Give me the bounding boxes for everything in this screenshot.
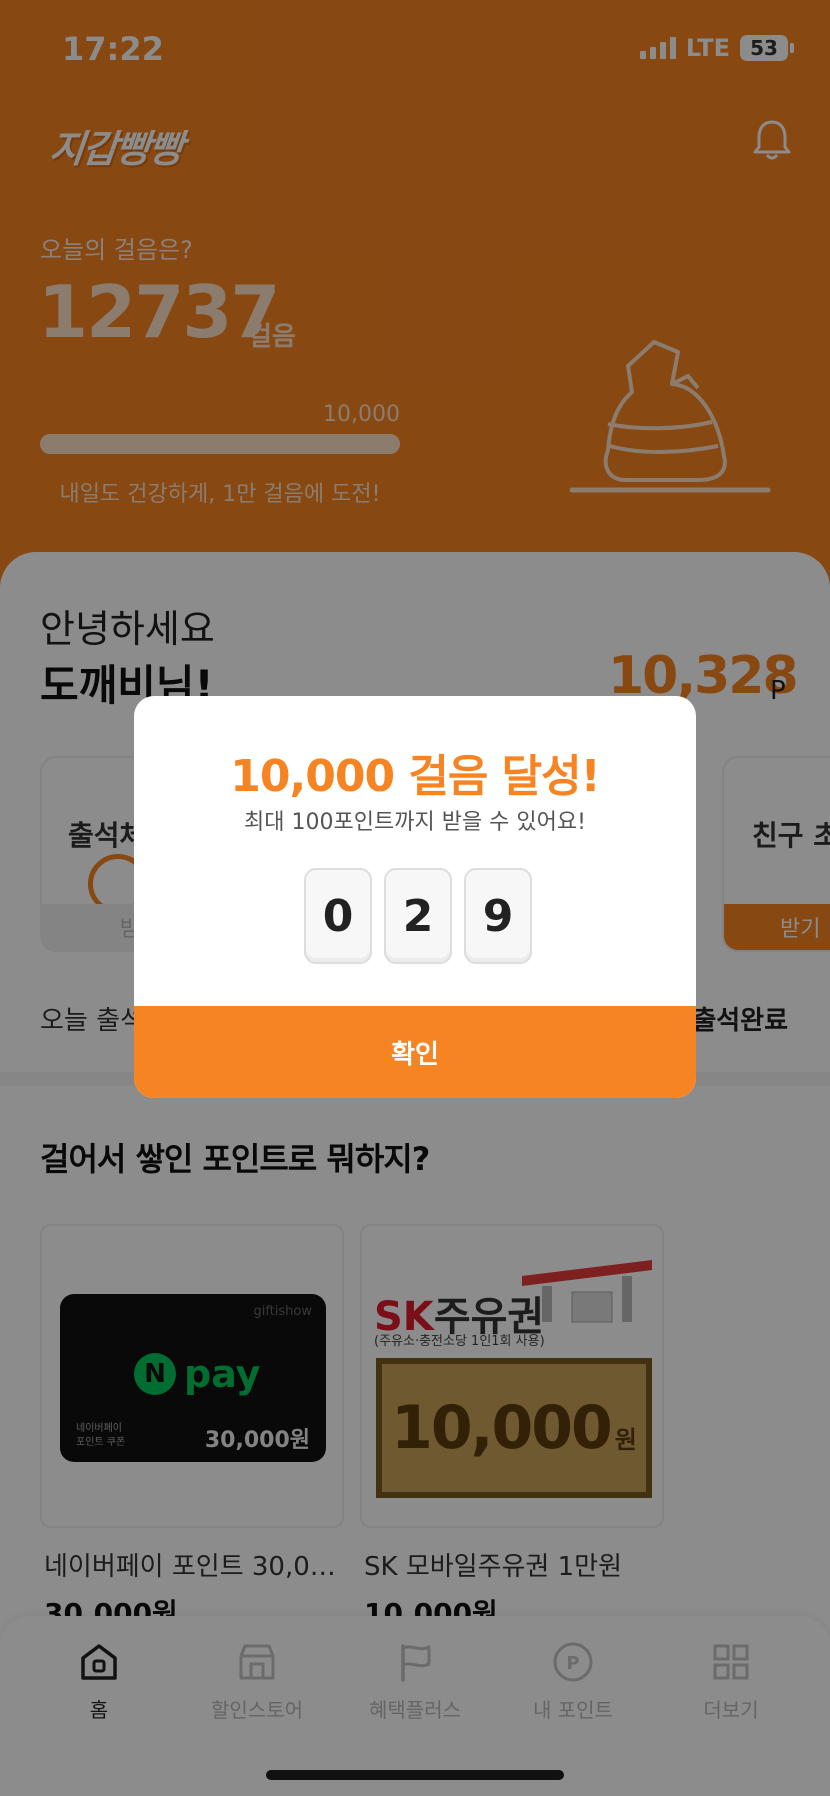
modal-subtitle: 최대 100포인트까지 받을 수 있어요! — [244, 810, 586, 835]
achievement-modal: 10,000 걸음 달성! 최대 100포인트까지 받을 수 있어요! 0 2 … — [134, 696, 696, 1098]
confirm-button[interactable]: 확인 — [134, 1006, 696, 1098]
counter-digit: 0 — [304, 868, 372, 964]
counter-digit: 9 — [464, 868, 532, 964]
modal-title: 10,000 걸음 달성! — [230, 751, 600, 802]
home-indicator[interactable] — [266, 1770, 564, 1780]
reward-counter: 0 2 9 — [304, 868, 532, 964]
counter-digit: 2 — [384, 868, 452, 964]
